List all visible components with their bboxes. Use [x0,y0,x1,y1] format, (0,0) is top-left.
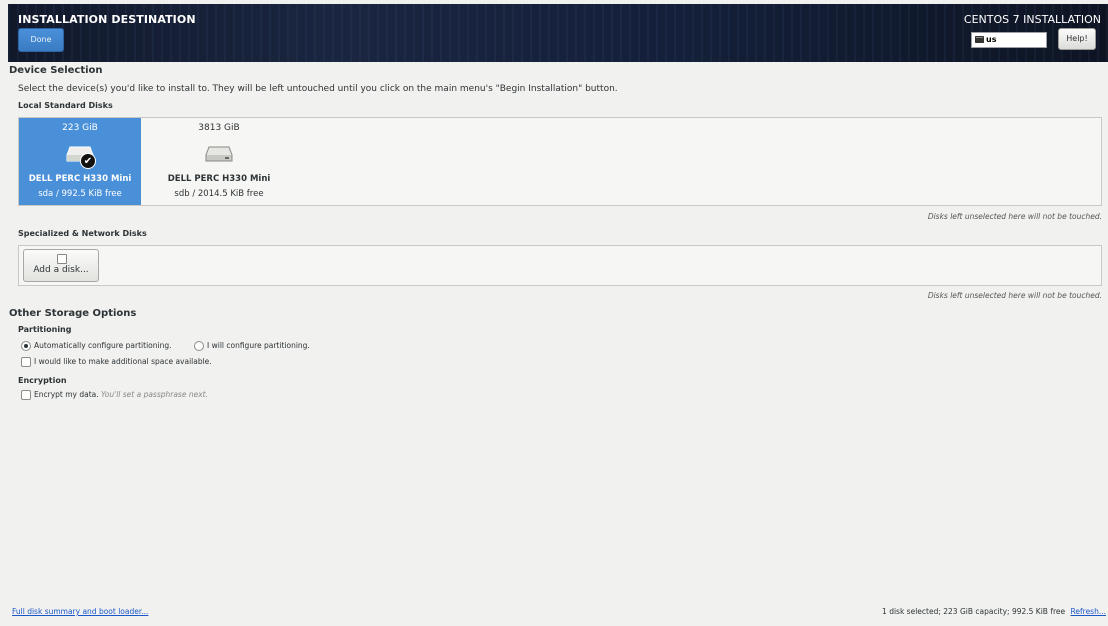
encrypt-label[interactable]: Encrypt my data. You'll set a passphrase… [34,390,208,399]
local-disks-panel: 223 GiB ✔ DELL PERC H330 Mini sda / 992.… [18,117,1102,206]
auto-partition-label[interactable]: Automatically configure partitioning. [34,341,171,350]
footer-status: 1 disk selected; 223 GiB capacity; 992.5… [882,607,1106,616]
disk-sda[interactable]: 223 GiB ✔ DELL PERC H330 Mini sda / 992.… [19,118,141,205]
local-disks-heading: Local Standard Disks [18,101,113,110]
encryption-heading: Encryption [18,376,67,385]
manual-partition-radio[interactable] [194,341,204,351]
add-disk-label: Add a disk... [33,265,89,275]
disk-size: 3813 GiB [198,123,240,133]
network-disks-panel: Add a disk... [18,245,1102,286]
manual-partition-label[interactable]: I will configure partitioning. [207,341,310,350]
add-disk-button[interactable]: Add a disk... [23,249,99,282]
encrypt-hint: You'll set a passphrase next. [101,390,208,399]
keyboard-layout-indicator[interactable]: us [971,32,1047,48]
header-bar: INSTALLATION DESTINATION Done CENTOS 7 I… [8,4,1108,62]
extra-space-checkbox[interactable] [21,357,31,367]
network-disks-note: Disks left unselected here will not be t… [927,291,1102,300]
device-selection-instructions: Select the device(s) you'd like to insta… [18,84,618,94]
keyboard-icon [975,36,984,43]
disk-size: 223 GiB [62,123,98,133]
full-disk-summary-link[interactable]: Full disk summary and boot loader... [12,607,148,616]
disk-name: DELL PERC H330 Mini [28,174,132,184]
disk-sdb[interactable]: 3813 GiB DELL PERC H330 Mini sdb / 2014.… [158,118,280,205]
keyboard-layout-label: us [986,35,997,44]
encrypt-text: Encrypt my data. [34,390,99,399]
refresh-link[interactable]: Refresh... [1071,607,1106,616]
partitioning-heading: Partitioning [18,325,72,334]
disk-info: sdb / 2014.5 KiB free [174,189,264,199]
hard-drive-icon [205,146,233,162]
add-disk-icon [57,254,67,264]
help-button[interactable]: Help! [1058,28,1096,50]
encrypt-checkbox[interactable] [21,390,31,400]
disk-info: sda / 992.5 KiB free [38,189,122,199]
other-storage-heading: Other Storage Options [9,308,137,319]
local-disks-note: Disks left unselected here will not be t… [927,212,1102,221]
auto-partition-radio[interactable] [21,341,31,351]
selection-summary: 1 disk selected; 223 GiB capacity; 992.5… [882,607,1066,616]
page-title: INSTALLATION DESTINATION [18,13,196,26]
device-selection-heading: Device Selection [9,65,103,76]
product-title: CENTOS 7 INSTALLATION [963,13,1101,26]
disk-name: DELL PERC H330 Mini [167,174,271,184]
done-button[interactable]: Done [18,28,64,52]
extra-space-label[interactable]: I would like to make additional space av… [34,357,212,366]
selected-check-icon: ✔ [80,153,96,169]
network-disks-heading: Specialized & Network Disks [18,229,147,238]
